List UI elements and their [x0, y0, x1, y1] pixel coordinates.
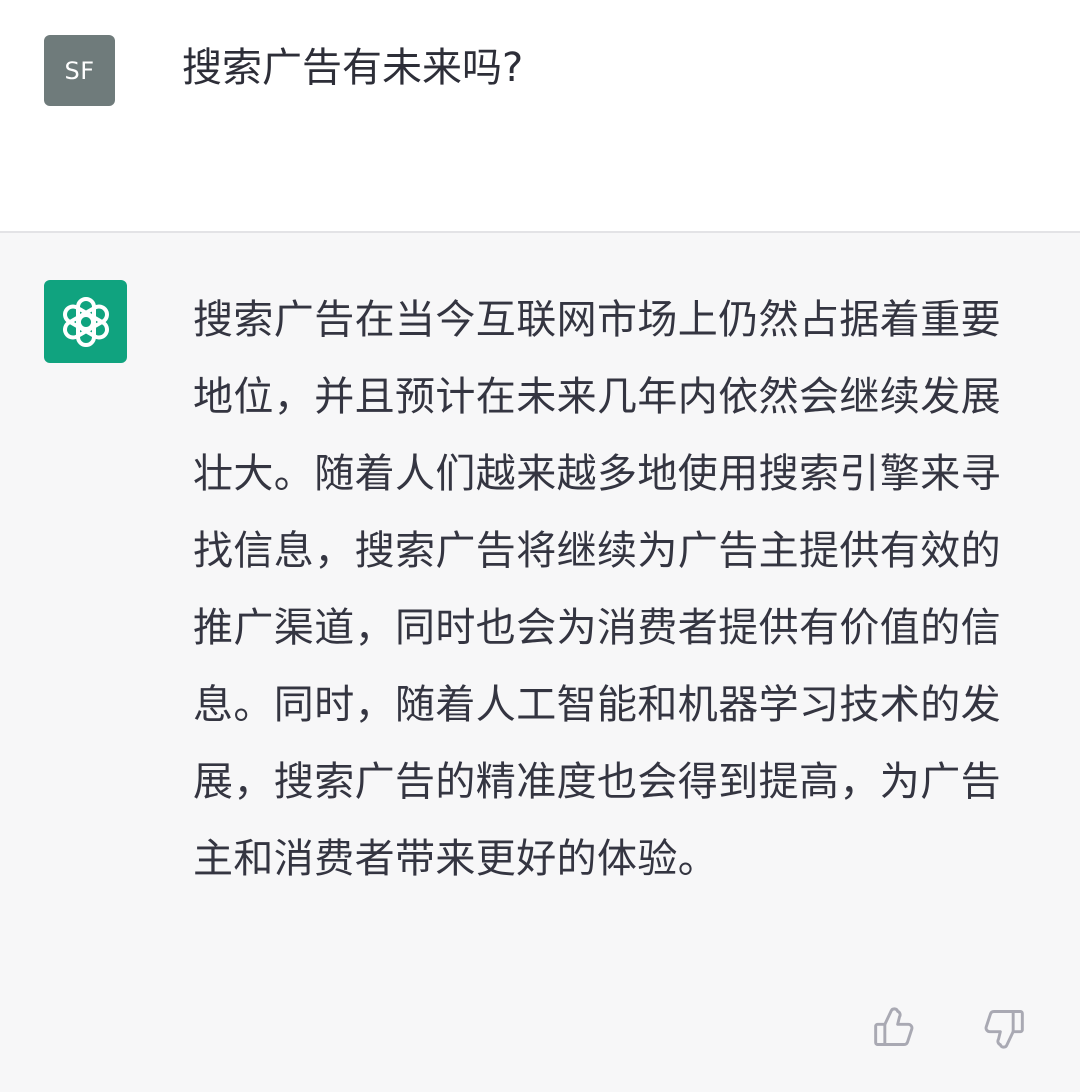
- thumbs-down-icon: [984, 1010, 1024, 1049]
- assistant-message-text: 搜索广告在当今互联网市场上仍然占据着重要地位，并且预计在未来几年内依然会继续发展…: [193, 297, 1001, 882]
- chat-thread: SF 搜索广告有未来吗? 搜索广告在当今互联网市场上仍然占据着重要地位，并且预计…: [0, 0, 1080, 1092]
- thumbs-down-button[interactable]: [982, 1004, 1026, 1052]
- openai-logo-icon: [62, 296, 109, 347]
- user-avatar: SF: [44, 35, 115, 106]
- user-avatar-initials: SF: [64, 56, 95, 85]
- user-message: SF 搜索广告有未来吗?: [0, 0, 1080, 233]
- thumbs-up-icon: [874, 1007, 914, 1046]
- assistant-avatar: [44, 280, 127, 363]
- thumbs-up-button[interactable]: [872, 1004, 916, 1052]
- assistant-message: 搜索广告在当今互联网市场上仍然占据着重要地位，并且预计在未来几年内依然会继续发展…: [0, 233, 1080, 1092]
- user-message-text: 搜索广告有未来吗?: [182, 45, 524, 91]
